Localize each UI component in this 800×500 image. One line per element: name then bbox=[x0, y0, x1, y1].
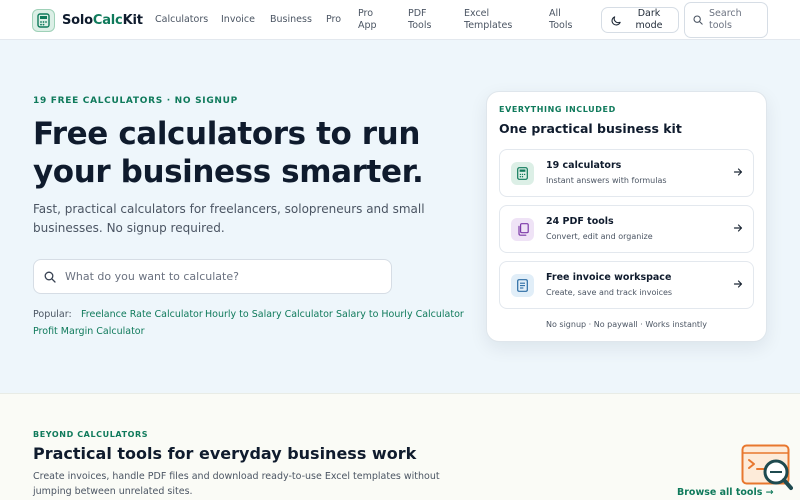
calculator-search-input[interactable] bbox=[65, 270, 365, 283]
nav-link-pro[interactable]: Pro bbox=[326, 14, 341, 26]
popular-label: Popular: bbox=[33, 309, 72, 320]
hero-subtitle: Fast, practical calculators for freelanc… bbox=[33, 202, 425, 235]
arrow-right-icon bbox=[733, 280, 743, 288]
feature-desc: Convert, edit and organize bbox=[546, 232, 653, 241]
section-subtitle: Create invoices, handle PDF files and do… bbox=[33, 471, 440, 497]
search-tools-button[interactable]: Search tools bbox=[684, 2, 768, 38]
dark-mode-button[interactable]: Dark mode bbox=[601, 7, 679, 33]
nav-link-business[interactable]: Business bbox=[270, 14, 312, 26]
beyond-calculators-section: BEYOND CALCULATORS Practical tools for e… bbox=[0, 393, 800, 500]
invoice-icon bbox=[511, 274, 534, 297]
feature-title: 24 PDF tools bbox=[546, 216, 614, 227]
search-tools-label: Search tools bbox=[709, 8, 742, 31]
feature-desc: Create, save and track invoices bbox=[546, 288, 673, 297]
popular-link-hourly-to-salary[interactable]: Hourly to Salary Calculator bbox=[205, 309, 333, 320]
hero-title: Free calculators to run your business sm… bbox=[33, 116, 424, 190]
card-title: One practical business kit bbox=[499, 121, 682, 136]
arrow-right-icon bbox=[733, 224, 743, 232]
section-eyebrow: BEYOND CALCULATORS bbox=[33, 430, 149, 439]
popular-link-salary-to-hourly[interactable]: Salary to Hourly Calculator bbox=[336, 309, 464, 320]
feature-title: 19 calculators bbox=[546, 160, 622, 171]
search-icon bbox=[44, 271, 56, 283]
nav-link-invoice[interactable]: Invoice bbox=[221, 14, 255, 26]
business-kit-card: EVERYTHING INCLUDED One practical busine… bbox=[486, 91, 767, 342]
calculator-search-box[interactable] bbox=[33, 259, 392, 294]
top-navbar: SoloCalcKit Calculators Invoice Business… bbox=[0, 0, 800, 40]
section-title: Practical tools for everyday business wo… bbox=[33, 444, 417, 463]
document-search-icon[interactable] bbox=[741, 444, 793, 492]
brand-logo[interactable]: SoloCalcKit bbox=[32, 9, 143, 32]
pdf-files-icon bbox=[511, 218, 534, 241]
popular-link-profit-margin[interactable]: Profit Margin Calculator bbox=[33, 326, 145, 337]
nav-link-excel-templates[interactable]: Excel Templates bbox=[464, 8, 520, 32]
feature-calculators[interactable]: 19 calculators Instant answers with form… bbox=[499, 149, 754, 197]
nav-link-pro-app[interactable]: Pro App bbox=[358, 8, 392, 32]
calculator-logo-icon bbox=[32, 9, 55, 32]
feature-desc: Instant answers with formulas bbox=[546, 176, 667, 185]
feature-pdf-tools[interactable]: 24 PDF tools Convert, edit and organize bbox=[499, 205, 754, 253]
nav-link-pdf-tools[interactable]: PDF Tools bbox=[408, 8, 442, 32]
popular-link-freelance-rate[interactable]: Freelance Rate Calculator bbox=[81, 309, 203, 320]
card-eyebrow: EVERYTHING INCLUDED bbox=[499, 105, 616, 114]
calculator-icon bbox=[511, 162, 534, 185]
search-icon bbox=[693, 15, 703, 25]
moon-icon bbox=[611, 15, 621, 25]
nav-link-calculators[interactable]: Calculators bbox=[155, 14, 208, 26]
hero-eyebrow: 19 FREE CALCULATORS · NO SIGNUP bbox=[33, 96, 238, 106]
dark-mode-label: Dark mode bbox=[635, 8, 663, 31]
feature-invoice-workspace[interactable]: Free invoice workspace Create, save and … bbox=[499, 261, 754, 309]
arrow-right-icon bbox=[733, 168, 743, 176]
brand-name: SoloCalcKit bbox=[62, 13, 143, 28]
card-footer-note: No signup · No paywall · Works instantly bbox=[545, 320, 708, 329]
feature-title: Free invoice workspace bbox=[546, 272, 672, 283]
nav-link-all-tools[interactable]: All Tools bbox=[549, 8, 579, 32]
